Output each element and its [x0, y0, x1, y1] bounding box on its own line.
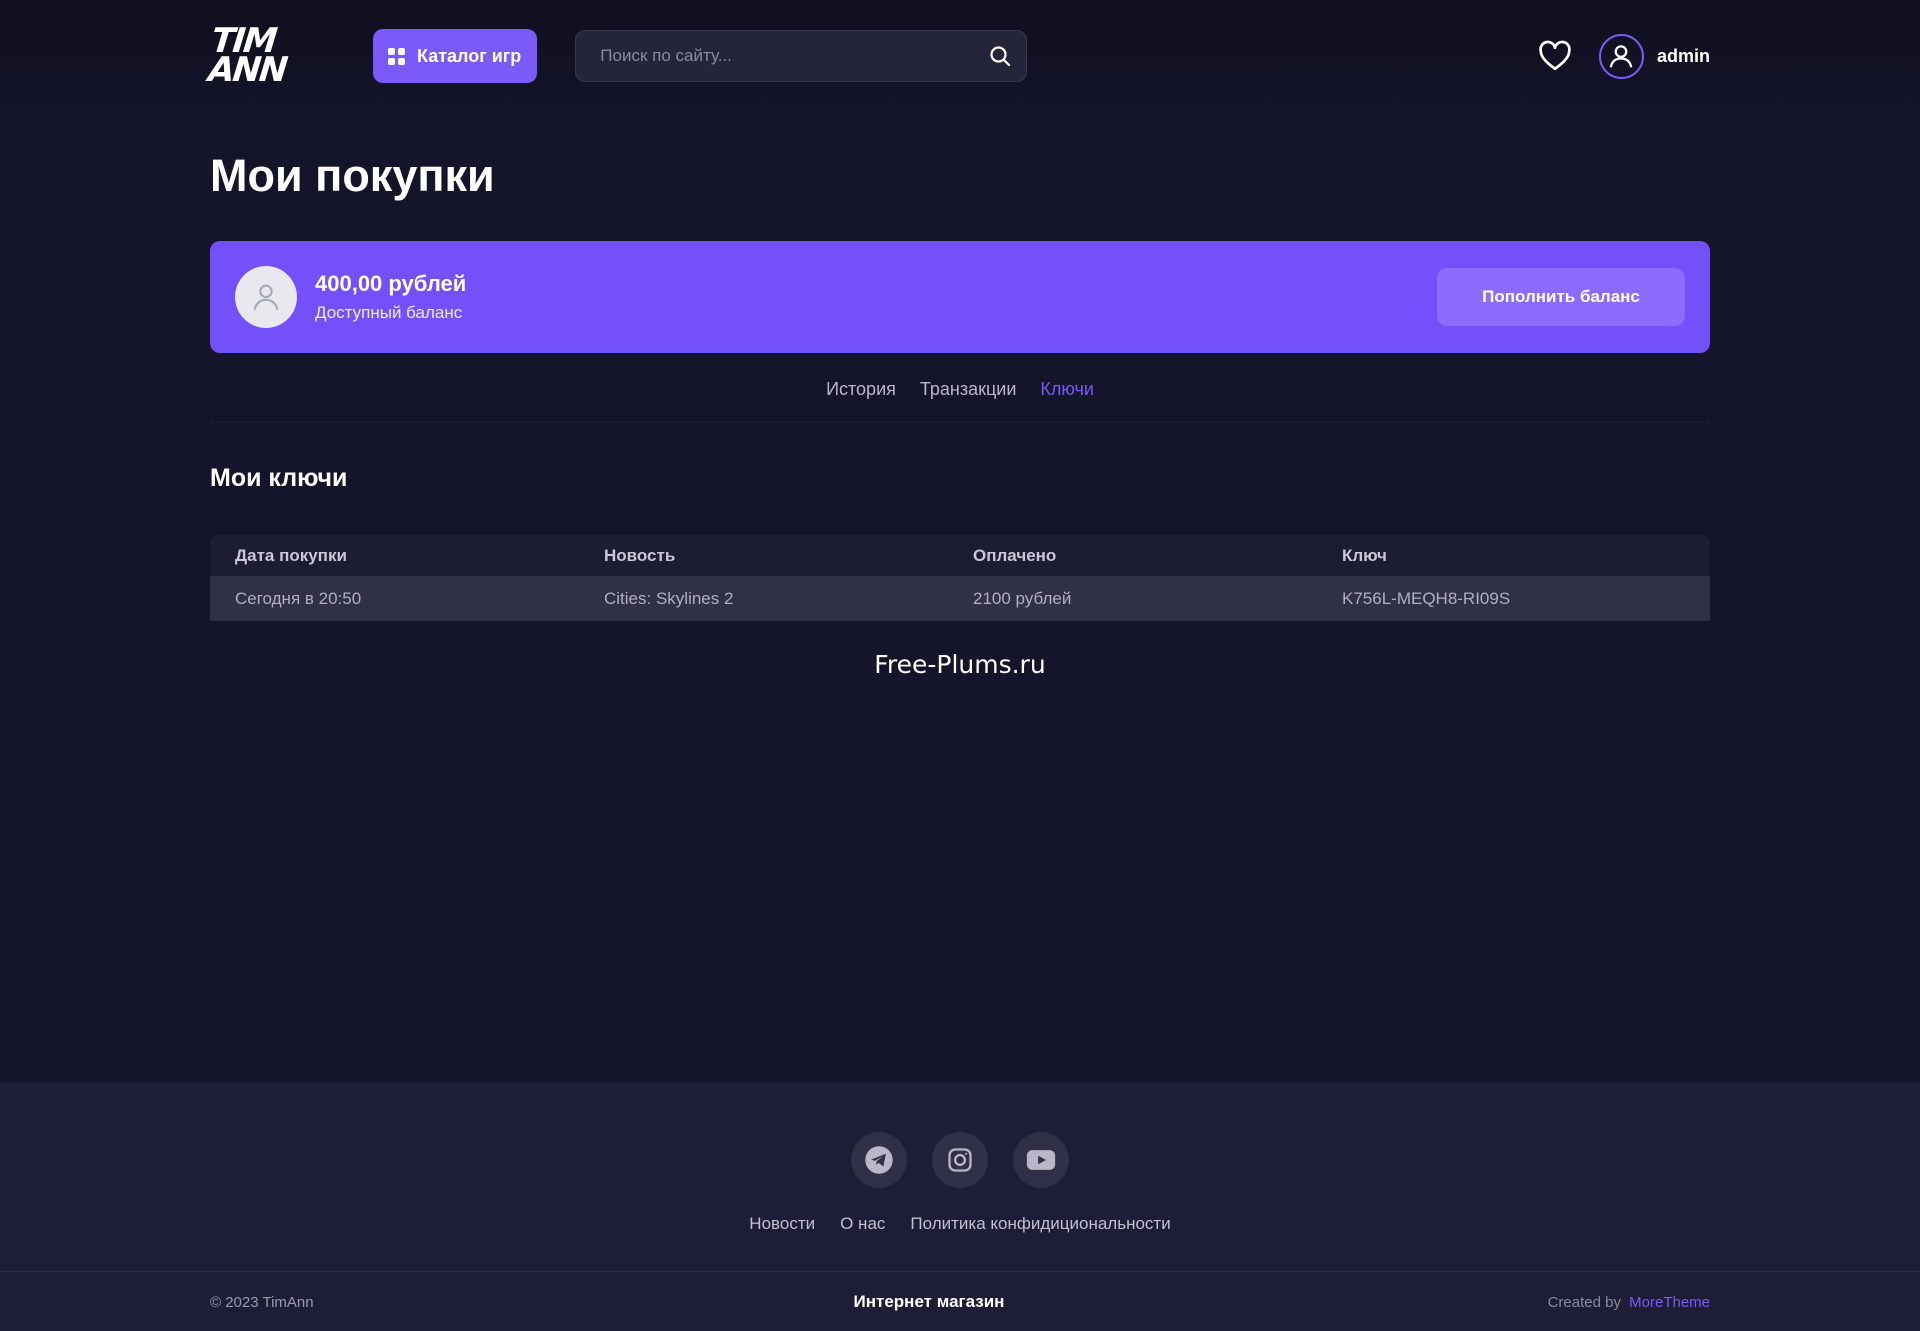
column-header: Дата покупки [235, 545, 347, 565]
footer-link-privacy[interactable]: Политика конфидициональности [910, 1214, 1170, 1234]
user-icon [1610, 45, 1633, 68]
balance-amount: 400,00 рублей [315, 271, 467, 296]
purchase-tabs: История Транзакции Ключи [210, 371, 1710, 423]
logo-line-2: ANN [206, 50, 288, 90]
instagram-link[interactable] [932, 1132, 988, 1188]
youtube-icon [1026, 1150, 1056, 1170]
creator-link[interactable]: MoreTheme [1629, 1294, 1710, 1311]
footer-link-news[interactable]: Новости [749, 1214, 815, 1234]
catalog-button[interactable]: Каталог игр [373, 29, 538, 83]
telegram-icon [865, 1146, 893, 1174]
watermark-text: Free-Plums.ru [874, 650, 1046, 679]
social-links [0, 1132, 1920, 1188]
tab-transactions[interactable]: Транзакции [920, 379, 1017, 422]
column-header: Ключ [1342, 545, 1387, 565]
instagram-icon [948, 1148, 972, 1172]
column-header: Новость [604, 545, 676, 565]
keys-table: Дата покупки Новость Оплачено Ключ Сегод… [210, 535, 1710, 621]
footer-bottom: © 2023 TimAnn Интернет магазин Created b… [0, 1271, 1920, 1331]
footer-link-about[interactable]: О нас [840, 1214, 885, 1234]
topup-balance-button[interactable]: Пополнить баланс [1437, 268, 1685, 326]
site-footer: Новости О нас Политика конфидициональнос… [0, 1082, 1920, 1331]
credits-label: Created by [1547, 1294, 1621, 1311]
purchase-date-cell: Сегодня в 20:50 [235, 588, 362, 608]
search-icon[interactable] [988, 44, 1012, 68]
paid-cell: 2100 рублей [973, 588, 1072, 608]
heart-icon[interactable] [1537, 38, 1573, 74]
site-logo[interactable]: TIM ANN [206, 21, 303, 90]
section-title: Мои ключи [210, 464, 348, 492]
tab-history[interactable]: История [826, 379, 896, 422]
header-user-area: admin [1537, 33, 1710, 79]
user-icon [253, 284, 279, 311]
balance-card: 400,00 рублей Доступный баланс Пополнить… [210, 241, 1710, 353]
search-box [575, 30, 1028, 82]
search-input[interactable] [600, 46, 989, 66]
credits: Created by MoreTheme [1548, 1294, 1710, 1311]
table-header: Дата покупки Новость Оплачено Ключ [210, 535, 1710, 576]
page-title: Мои покупки [210, 150, 495, 201]
footer-links: Новости О нас Политика конфидициональнос… [0, 1214, 1920, 1234]
balance-label: Доступный баланс [315, 303, 463, 322]
catalog-button-label: Каталог игр [417, 45, 522, 66]
user-avatar[interactable] [1598, 33, 1644, 79]
username[interactable]: admin [1657, 46, 1710, 67]
column-header: Оплачено [973, 545, 1057, 565]
table-row: Сегодня в 20:50 Cities: Skylines 2 2100 … [210, 576, 1710, 621]
product-cell: Cities: Skylines 2 [604, 588, 734, 608]
balance-info: 400,00 рублей Доступный баланс [315, 271, 466, 323]
grid-icon [388, 47, 405, 65]
balance-avatar [235, 266, 297, 328]
site-header: TIM ANN Каталог игр admin [206, 0, 1710, 112]
key-cell: K756L-MEQH8-RI09S [1342, 588, 1511, 608]
youtube-link[interactable] [1013, 1132, 1069, 1188]
telegram-link[interactable] [851, 1132, 907, 1188]
tab-keys[interactable]: Ключи [1040, 379, 1094, 422]
